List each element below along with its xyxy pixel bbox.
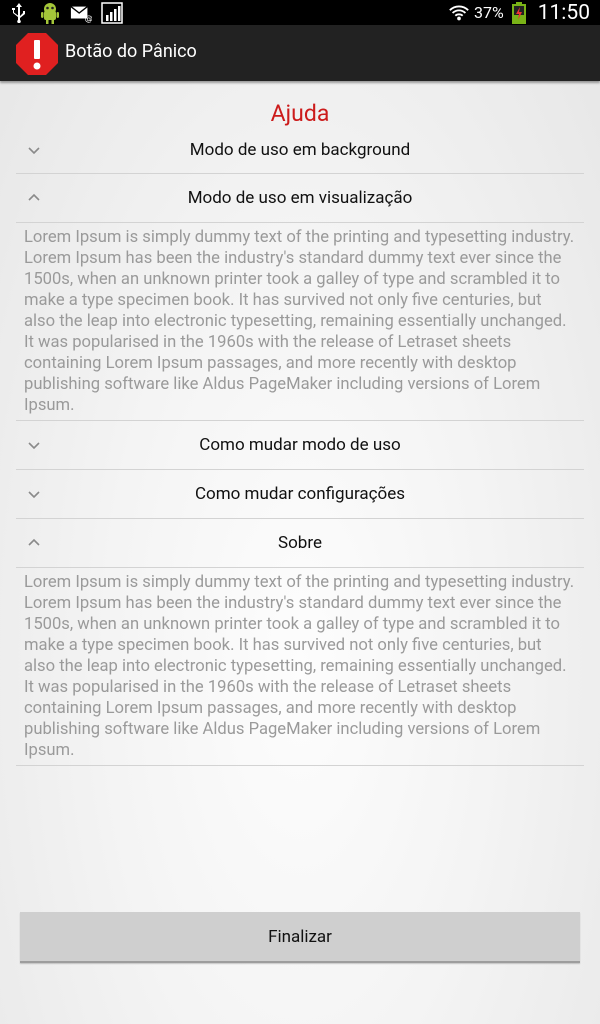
- section-title: Modo de uso em background: [189, 140, 411, 160]
- usb-icon: [8, 2, 30, 24]
- section-header-mudar-modo[interactable]: Como mudar modo de uso: [16, 421, 584, 470]
- svg-text:@: @: [85, 13, 92, 23]
- status-bar-notifications: @: [8, 1, 123, 25]
- chevron-down-icon: [26, 142, 42, 158]
- battery-charging-icon: [508, 1, 530, 24]
- section-title: Sobre: [278, 533, 322, 553]
- status-bar-system: 37% 11:50: [448, 0, 590, 25]
- section-header-visualizacao[interactable]: Modo de uso em visualização: [16, 174, 584, 223]
- section-body-visualizacao: Lorem Ipsum is simply dummy text of the …: [16, 223, 584, 421]
- section-body-sobre: Lorem Ipsum is simply dummy text of the …: [16, 568, 584, 766]
- chevron-down-icon: [26, 486, 42, 502]
- battery-percent: 37%: [474, 3, 504, 22]
- section-title: Modo de uso em visualização: [187, 188, 413, 208]
- finish-button[interactable]: Finalizar: [20, 912, 580, 963]
- section-header-background[interactable]: Modo de uso em background: [16, 127, 584, 174]
- page-title: Ajuda: [270, 100, 330, 127]
- section-title: Como mudar configurações: [194, 484, 406, 504]
- alert-octagon-icon[interactable]: [15, 32, 59, 76]
- app-title: Botão do Pânico: [65, 41, 197, 62]
- mail-icon: @: [70, 2, 92, 24]
- status-bar: @ 37% 11:50: [0, 0, 600, 25]
- chevron-up-icon: [26, 190, 42, 206]
- signal-icon: [101, 2, 123, 24]
- wifi-icon: [448, 2, 470, 24]
- section-title: Como mudar modo de uso: [199, 435, 401, 455]
- chevron-down-icon: [26, 437, 42, 453]
- android-icon: [39, 2, 61, 24]
- section-header-configuracoes[interactable]: Como mudar configurações: [16, 470, 584, 519]
- section-header-sobre[interactable]: Sobre: [16, 519, 584, 568]
- clock: 11:50: [537, 0, 590, 25]
- help-content: Ajuda Modo de uso em background Modo de …: [16, 81, 584, 766]
- chevron-up-icon: [26, 535, 42, 551]
- action-bar: Botão do Pânico: [0, 25, 600, 81]
